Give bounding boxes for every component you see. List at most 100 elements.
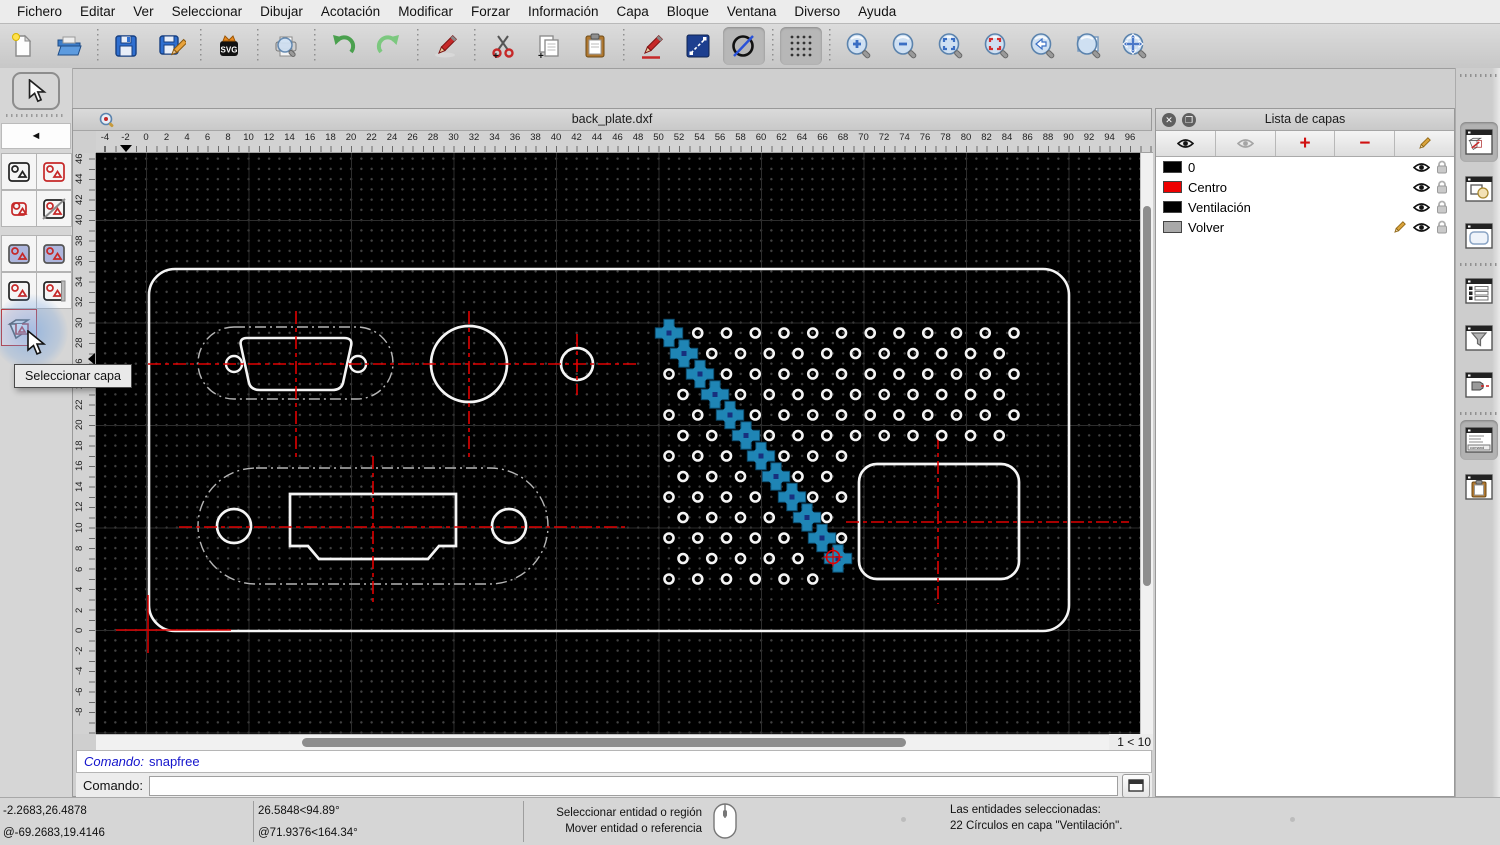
- vent-hole[interactable]: [849, 429, 862, 442]
- palette-drag-handle[interactable]: [6, 114, 64, 117]
- vent-hole[interactable]: [763, 429, 776, 442]
- vent-hole[interactable]: [993, 429, 1006, 442]
- vent-hole[interactable]: [864, 409, 877, 421]
- vent-hole[interactable]: [792, 388, 804, 401]
- edit-layer-button[interactable]: [1395, 131, 1454, 156]
- vent-hole[interactable]: [878, 347, 891, 360]
- vent-hole[interactable]: [979, 327, 992, 339]
- vent-hole[interactable]: [705, 429, 718, 442]
- copy-button[interactable]: +: [528, 27, 570, 65]
- layer-row-volver[interactable]: Volver: [1156, 217, 1454, 237]
- vent-hole[interactable]: [1008, 368, 1020, 380]
- vent-hole[interactable]: [663, 491, 675, 503]
- vent-hole[interactable]: [763, 347, 776, 360]
- vent-hole[interactable]: [806, 409, 819, 421]
- vent-hole[interactable]: [691, 450, 704, 462]
- vent-hole[interactable]: [763, 388, 776, 401]
- remove-layer-button[interactable]: −: [1335, 131, 1396, 156]
- vent-hole[interactable]: [893, 327, 905, 339]
- menu-ayuda[interactable]: Ayuda: [849, 4, 905, 19]
- selected-vent-circle[interactable]: [823, 544, 853, 573]
- menu-forzar[interactable]: Forzar: [462, 4, 519, 19]
- vent-hole[interactable]: [806, 491, 819, 503]
- clipboard-viewer-dock-button[interactable]: [1460, 467, 1498, 507]
- vent-hole[interactable]: [749, 532, 762, 544]
- vent-hole[interactable]: [734, 511, 747, 524]
- vent-hole[interactable]: [921, 409, 934, 421]
- vent-hole[interactable]: [677, 429, 689, 442]
- vent-hole[interactable]: [734, 388, 747, 401]
- vent-hole[interactable]: [778, 327, 790, 339]
- vent-hole[interactable]: [950, 327, 963, 339]
- vent-hole[interactable]: [950, 368, 963, 380]
- vent-hole[interactable]: [820, 347, 833, 360]
- vent-hole[interactable]: [935, 388, 948, 401]
- dock-drag-handle[interactable]: [1460, 74, 1498, 77]
- hide-all-layers-button[interactable]: [1215, 131, 1276, 156]
- zoom-out-button[interactable]: [883, 27, 925, 65]
- menu-informacion[interactable]: Información: [519, 4, 608, 19]
- undo-button[interactable]: [322, 27, 364, 65]
- vent-hole[interactable]: [778, 450, 790, 462]
- vent-hole[interactable]: [705, 552, 718, 565]
- vent-hole[interactable]: [893, 368, 905, 380]
- menu-ver[interactable]: Ver: [124, 4, 162, 19]
- vent-hole[interactable]: [691, 532, 704, 544]
- menu-dibujar[interactable]: Dibujar: [251, 4, 312, 19]
- vent-hole[interactable]: [820, 470, 833, 483]
- vent-hole[interactable]: [720, 368, 733, 380]
- pan-button[interactable]: [1113, 27, 1155, 65]
- vent-hole[interactable]: [950, 409, 963, 421]
- vent-hole[interactable]: [835, 409, 848, 421]
- vent-hole[interactable]: [734, 552, 747, 565]
- vent-hole[interactable]: [1008, 409, 1020, 421]
- paste-button[interactable]: [574, 27, 616, 65]
- vent-hole[interactable]: [878, 429, 891, 442]
- vent-hole[interactable]: [749, 409, 762, 421]
- property-editor-dock-button[interactable]: [1460, 271, 1498, 311]
- add-layer-button[interactable]: +: [1275, 131, 1336, 156]
- vent-hole[interactable]: [964, 388, 977, 401]
- vent-hole[interactable]: [720, 450, 733, 462]
- selection-filter-dock-button[interactable]: [1460, 318, 1498, 358]
- vent-hole[interactable]: [907, 347, 919, 360]
- vertical-scrollbar[interactable]: [1140, 153, 1153, 734]
- menu-editar[interactable]: Editar: [71, 4, 124, 19]
- svg-export-button[interactable]: SVG: [208, 27, 250, 65]
- layer-row-0[interactable]: 0: [1156, 157, 1454, 177]
- vent-hole[interactable]: [1008, 327, 1020, 339]
- vent-hole[interactable]: [677, 552, 689, 565]
- vent-hole[interactable]: [921, 368, 934, 380]
- vent-hole[interactable]: [749, 327, 762, 339]
- layer-visibility-icon[interactable]: [1413, 182, 1430, 193]
- vent-hole[interactable]: [979, 409, 992, 421]
- layer-lock-icon[interactable]: [1436, 180, 1448, 194]
- vent-hole[interactable]: [979, 368, 992, 380]
- zoom-previous-button[interactable]: [1021, 27, 1063, 65]
- auto-select-button[interactable]: [36, 235, 72, 272]
- vent-hole[interactable]: [663, 573, 675, 585]
- vent-hole[interactable]: [778, 532, 790, 544]
- layer-lock-icon[interactable]: [1436, 220, 1448, 234]
- vent-hole[interactable]: [778, 368, 790, 380]
- menu-fichero[interactable]: Fichero: [8, 4, 71, 19]
- layer-list-dock-button[interactable]: [1460, 122, 1498, 162]
- redo-button[interactable]: [368, 27, 410, 65]
- vent-hole[interactable]: [720, 532, 733, 544]
- vent-hole[interactable]: [663, 409, 675, 421]
- cut-button[interactable]: +: [482, 27, 524, 65]
- vent-hole[interactable]: [677, 470, 689, 483]
- vent-hole[interactable]: [792, 347, 804, 360]
- horizontal-scrollbar-thumb[interactable]: [302, 738, 906, 747]
- vent-hole[interactable]: [720, 327, 733, 339]
- vent-hole[interactable]: [835, 532, 848, 544]
- drawing-canvas[interactable]: [96, 153, 1140, 734]
- vent-hole[interactable]: [691, 409, 704, 421]
- horizontal-scrollbar[interactable]: [96, 734, 1109, 750]
- layer-visibility-icon[interactable]: [1413, 162, 1430, 173]
- vent-hole[interactable]: [691, 573, 704, 585]
- block-list-dock-button[interactable]: [1460, 169, 1498, 209]
- new-file-button[interactable]: [2, 27, 44, 65]
- vent-hole[interactable]: [878, 388, 891, 401]
- vent-hole[interactable]: [677, 511, 689, 524]
